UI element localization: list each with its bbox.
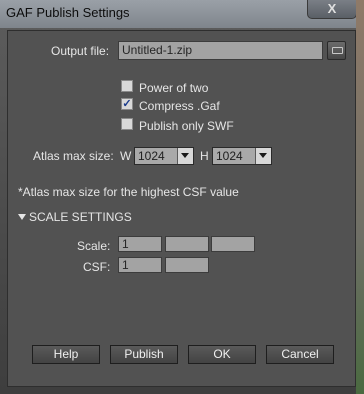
power-of-two-checkbox[interactable] — [121, 80, 133, 92]
atlas-width-label: W — [120, 149, 132, 163]
ok-button[interactable]: OK — [188, 345, 256, 364]
publish-button[interactable]: Publish — [110, 345, 178, 364]
scale-input-2[interactable] — [165, 236, 209, 252]
output-file-input[interactable]: Untitled-1.zip — [118, 41, 323, 60]
compress-gaf-label: Compress .Gaf — [139, 99, 220, 113]
browse-folder-button[interactable] — [327, 41, 346, 60]
atlas-height-label: H — [200, 149, 209, 163]
collapse-triangle-icon[interactable] — [18, 214, 26, 220]
csf-input-1[interactable]: 1 — [118, 257, 162, 273]
atlas-height-value: 1024 — [216, 149, 243, 163]
background-edge — [356, 0, 364, 394]
dialog-window: GAF Publish Settings X Output file: Unti… — [0, 0, 364, 394]
window-title: GAF Publish Settings — [6, 5, 130, 20]
scale-label: Scale: — [77, 239, 111, 253]
scale-settings-header[interactable]: SCALE SETTINGS — [29, 210, 132, 224]
help-button[interactable]: Help — [32, 345, 100, 364]
dialog-body: Output file: Untitled-1.zip Power of two… — [7, 30, 356, 387]
atlas-height-select[interactable]: 1024 — [212, 147, 272, 165]
output-file-label: Output file: — [51, 44, 110, 58]
close-button[interactable]: X — [307, 0, 357, 19]
publish-only-swf-checkbox[interactable] — [121, 118, 133, 130]
cancel-button[interactable]: Cancel — [266, 345, 334, 364]
atlas-max-size-label: Atlas max size: — [33, 149, 114, 163]
power-of-two-label: Power of two — [139, 81, 209, 95]
atlas-width-select[interactable]: 1024 — [134, 147, 194, 165]
atlas-note: *Atlas max size for the highest CSF valu… — [18, 185, 239, 199]
publish-only-swf-label: Publish only SWF — [139, 119, 234, 133]
csf-label: CSF: — [83, 260, 111, 274]
scale-input-1[interactable]: 1 — [118, 236, 162, 252]
atlas-width-value: 1024 — [138, 149, 165, 163]
compress-gaf-checkbox[interactable]: ✓ — [121, 98, 133, 110]
title-bar[interactable]: GAF Publish Settings X — [0, 0, 364, 28]
folder-icon — [332, 47, 343, 54]
csf-input-2[interactable] — [165, 257, 209, 273]
scale-input-3[interactable] — [211, 236, 255, 252]
chevron-down-icon — [177, 148, 193, 164]
chevron-down-icon — [255, 148, 271, 164]
